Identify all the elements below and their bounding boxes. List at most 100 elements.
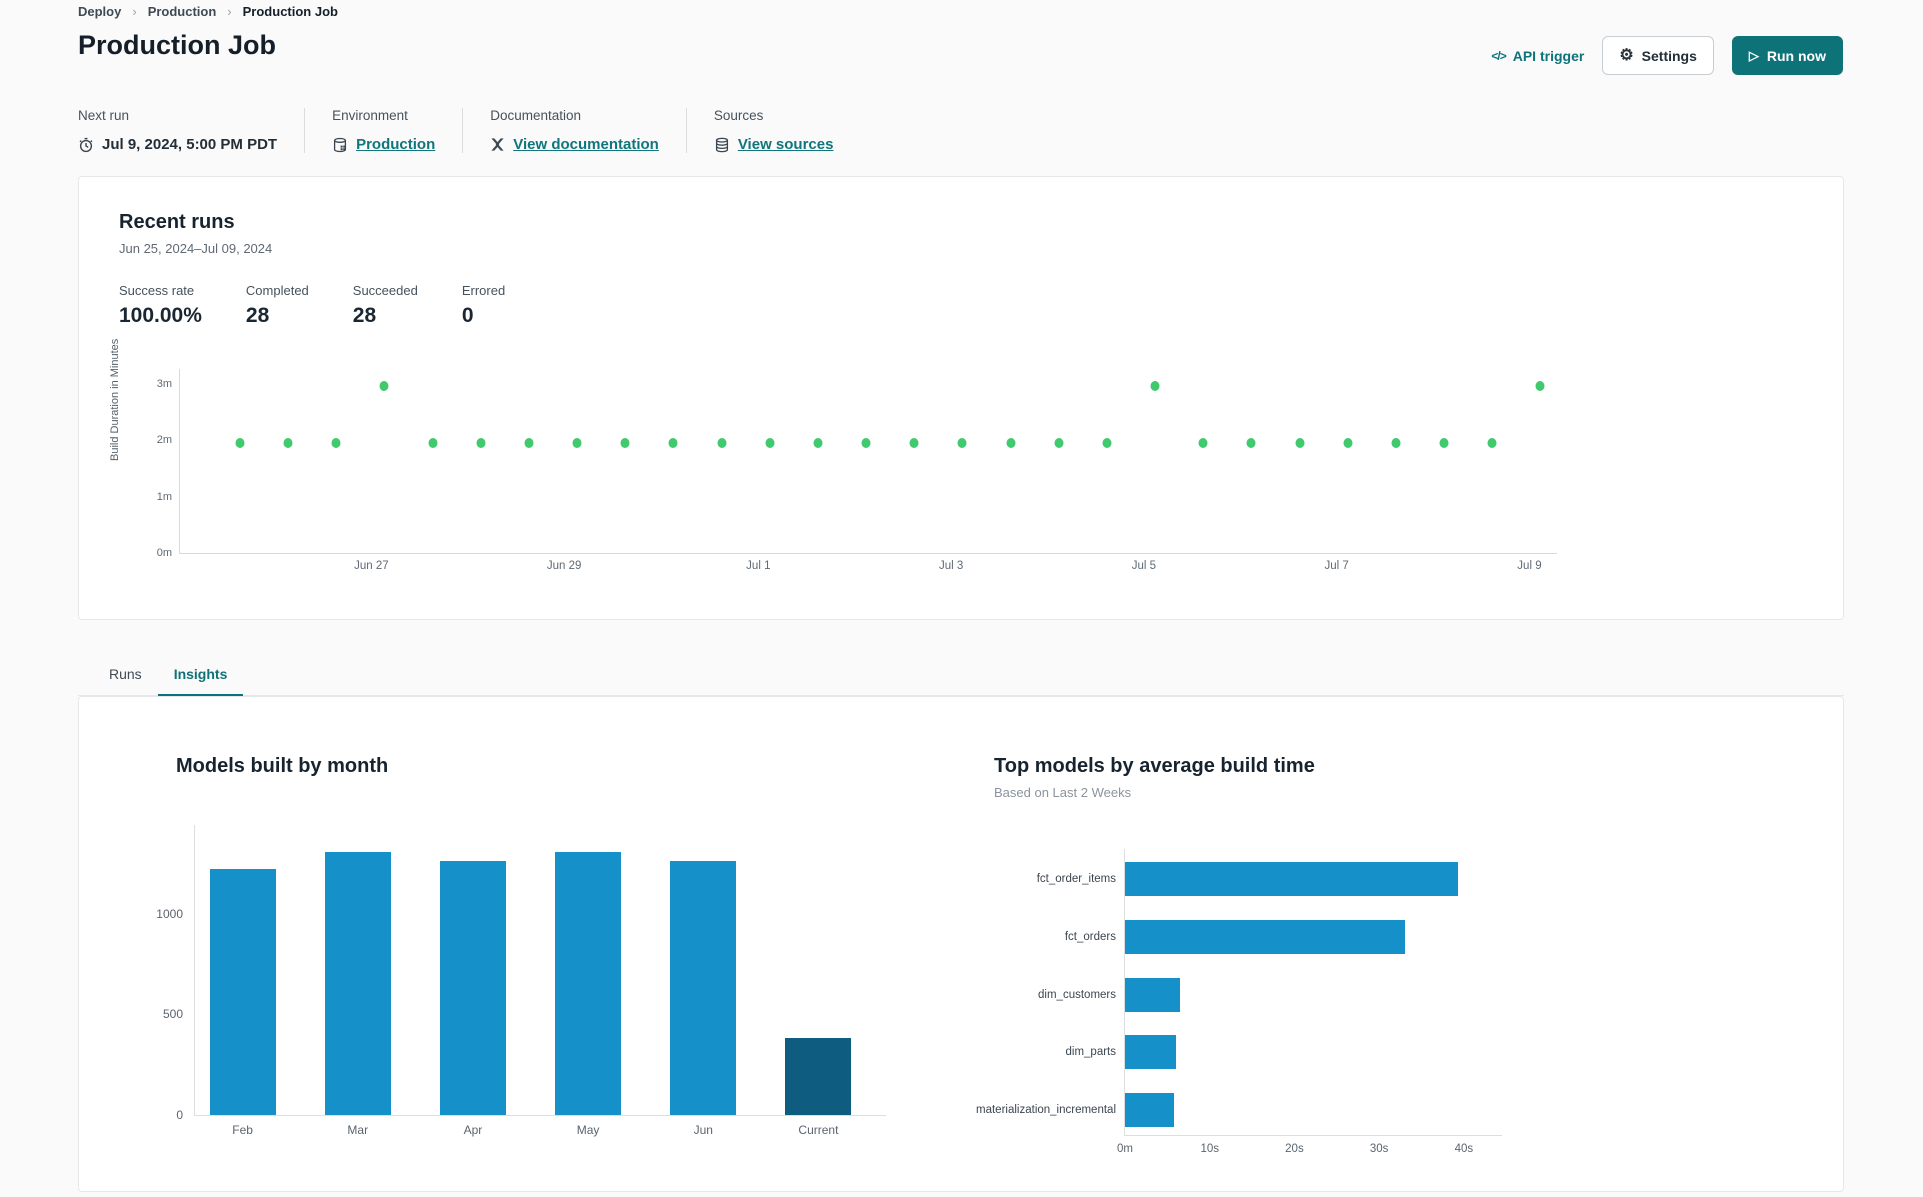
settings-button[interactable]: ⚙ Settings	[1602, 36, 1714, 75]
run-dot	[861, 438, 871, 449]
top-models-subtitle: Based on Last 2 Weeks	[994, 785, 1132, 800]
month-bar	[439, 861, 506, 1115]
tabs-row: Runs Insights	[78, 655, 1844, 697]
documentation-label: Documentation	[490, 108, 582, 123]
view-sources-link[interactable]: View sources	[738, 136, 834, 153]
model-bar	[1125, 1093, 1175, 1128]
scatter-y-tick: 3m	[156, 378, 172, 391]
bar-chart-y-tick: 1000	[156, 906, 183, 921]
run-dot	[957, 438, 967, 449]
environment-label: Environment	[332, 108, 408, 123]
run-dot	[428, 438, 438, 449]
month-bar-label: Mar	[347, 1123, 369, 1137]
run-now-label: Run now	[1766, 47, 1826, 64]
hbar-chart-x-tick: 40s	[1454, 1143, 1474, 1155]
scatter-y-tick: 2m	[156, 434, 172, 447]
breadcrumb-production[interactable]: Production	[148, 4, 217, 19]
next-run-value: Jul 9, 2024, 5:00 PM PDT	[102, 136, 278, 153]
build-duration-scatter-chart: 0m 1m 2m 3m Jun 27 Jun 29 Jul 1 Jul 3 Jul 5 Jul 7…	[157, 369, 1557, 572]
recent-runs-date-range: Jun 25, 2024–Jul 09, 2024	[119, 241, 273, 256]
model-bar-label: dim_parts	[1065, 1046, 1117, 1059]
header-actions: </> API trigger ⚙ Settings ▷ Run now	[1491, 36, 1843, 75]
run-dot	[1295, 438, 1305, 449]
run-stats-row: Success rate 100.00% Completed 28 Succee…	[119, 283, 505, 328]
gear-icon: ⚙	[1619, 46, 1634, 64]
month-bar-label: Feb	[232, 1123, 253, 1137]
dbt-docs-icon	[490, 137, 505, 152]
model-bar	[1125, 977, 1181, 1012]
run-dot	[1391, 438, 1401, 449]
model-bar	[1125, 862, 1458, 896]
run-dot	[283, 438, 293, 449]
bar-chart-y-tick: 0	[176, 1108, 183, 1122]
stat-succeeded: Succeeded 28	[352, 283, 418, 327]
environment-column: Environment Production	[304, 108, 462, 153]
run-dot	[813, 438, 823, 449]
scatter-x-tick: Jul 1	[746, 560, 771, 572]
top-models-by-build-time-chart: 0m 10s 20s 30s 40s fct_order_items fct_orders d…	[976, 849, 1502, 1155]
model-bar	[1125, 1035, 1176, 1070]
stat-completed: Completed 28	[245, 283, 309, 327]
insights-panel: Models built by month 0 500 1000 Feb Mar Apr M…	[78, 696, 1844, 1192]
run-dot	[1054, 438, 1064, 449]
breadcrumb-production-job: Production Job	[242, 4, 338, 19]
breadcrumb: Deploy › Production › Production Job	[78, 4, 338, 19]
stat-success-rate: Success rate 100.00%	[119, 283, 202, 327]
model-bar-label: materialization_incremental	[976, 1104, 1116, 1117]
tab-runs[interactable]: Runs	[93, 657, 158, 695]
sources-column: Sources View sources	[685, 108, 861, 153]
hbar-chart-x-tick: 10s	[1200, 1143, 1219, 1155]
run-dot	[572, 438, 582, 449]
scatter-x-tick: Jul 5	[1131, 560, 1157, 572]
view-documentation-link[interactable]: View documentation	[513, 136, 659, 153]
run-dot	[1343, 438, 1353, 449]
chevron-right-icon: ›	[132, 4, 137, 19]
models-built-by-month-title: Models built by month	[176, 755, 389, 777]
month-bar	[324, 852, 391, 1115]
month-bar	[670, 860, 737, 1115]
code-icon: </>	[1491, 48, 1506, 63]
month-bar	[785, 1038, 852, 1115]
run-dot	[235, 438, 245, 449]
scatter-x-tick: Jun 29	[546, 560, 582, 572]
run-dot	[1487, 438, 1497, 449]
run-dot	[331, 438, 341, 449]
month-bar-label: Jun	[693, 1123, 713, 1137]
month-bar-label: Apr	[463, 1123, 483, 1137]
run-dot	[1246, 438, 1256, 449]
clock-icon	[78, 137, 94, 153]
chevron-right-icon: ›	[227, 4, 232, 19]
hbar-chart-x-tick: 0m	[1117, 1143, 1133, 1155]
run-dot	[379, 380, 389, 391]
top-models-title: Top models by average build time	[994, 755, 1315, 777]
stat-errored: Errored 0	[461, 283, 506, 327]
run-dot	[717, 438, 727, 449]
model-bar	[1125, 919, 1405, 954]
settings-label: Settings	[1641, 47, 1697, 64]
scatter-x-tick: Jul 9	[1517, 560, 1542, 572]
run-dot	[1535, 380, 1545, 391]
next-run-label: Next run	[78, 108, 130, 123]
breadcrumb-deploy[interactable]: Deploy	[78, 4, 121, 19]
run-dot	[1150, 380, 1160, 391]
model-bar-label: fct_order_items	[1036, 873, 1116, 885]
model-bar-label: fct_orders	[1064, 930, 1116, 943]
scatter-y-tick: 1m	[156, 490, 172, 503]
month-bar-label: May	[576, 1123, 600, 1137]
month-bar	[555, 852, 622, 1115]
recent-runs-title: Recent runs	[119, 211, 235, 233]
sources-label: Sources	[713, 108, 764, 123]
play-icon: ▷	[1748, 48, 1759, 63]
scatter-y-axis-label: Build Duration in Minutes	[109, 338, 121, 461]
api-trigger-link[interactable]: </> API trigger	[1491, 48, 1584, 64]
run-now-button[interactable]: ▷ Run now	[1731, 36, 1843, 75]
tab-insights[interactable]: Insights	[157, 657, 244, 697]
run-dot	[620, 438, 630, 449]
run-dot	[476, 438, 486, 449]
hbar-chart-x-tick: 30s	[1369, 1143, 1389, 1155]
run-dot	[1102, 438, 1112, 449]
api-trigger-label: API trigger	[1512, 47, 1585, 64]
model-bar-label: dim_customers	[1038, 988, 1116, 1001]
scatter-x-tick: Jun 27	[354, 560, 389, 572]
environment-link[interactable]: Production	[356, 136, 435, 153]
